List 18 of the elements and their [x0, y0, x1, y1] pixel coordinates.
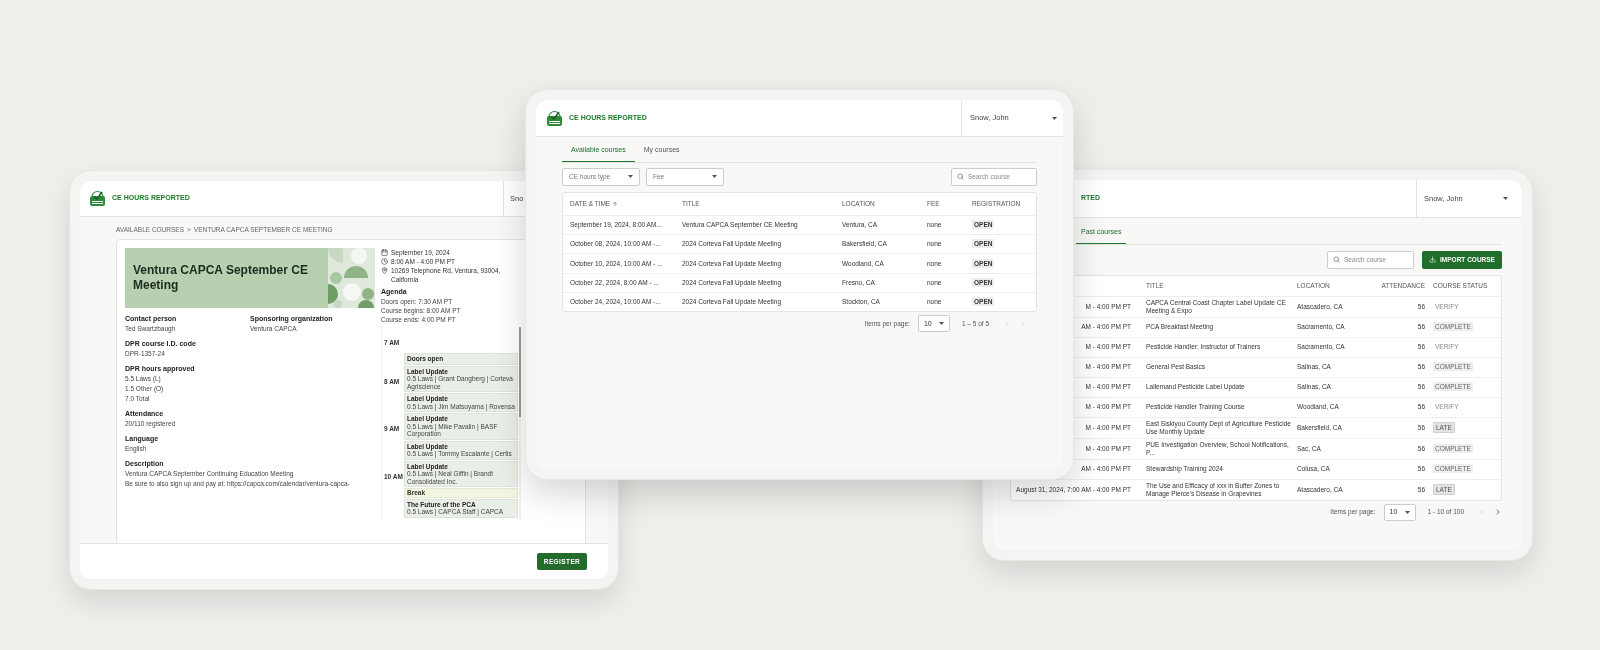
caret-icon [938, 322, 944, 326]
caret-icon [1503, 197, 1508, 200]
logo-icon [89, 190, 106, 207]
caret-icon [1404, 510, 1410, 514]
download-icon [1429, 256, 1437, 263]
caret-icon [1052, 116, 1057, 120]
sort-arrow-icon [612, 200, 619, 207]
calendar-icon [381, 249, 388, 256]
pattern-drawing [328, 248, 375, 308]
course-title: Ventura CAPCA September CE Meeting [132, 263, 309, 293]
next-page-icon[interactable] [1494, 508, 1502, 516]
logo-icon [546, 109, 563, 127]
caret-icon [628, 175, 633, 178]
search-icon [1333, 256, 1340, 263]
search-icon [957, 173, 964, 180]
pin-icon [381, 267, 388, 274]
caret-icon [712, 175, 717, 178]
clock-icon [381, 258, 388, 265]
